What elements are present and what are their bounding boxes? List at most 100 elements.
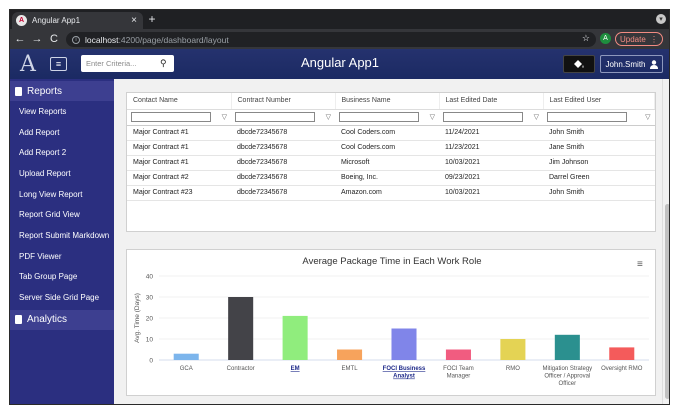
chart-card: Average Package Time in Each Work Role ≡…	[126, 249, 656, 396]
scrollbar-thumb[interactable]	[665, 204, 669, 399]
column-filter-input[interactable]	[547, 112, 627, 122]
table-cell: 11/24/2021	[439, 125, 543, 141]
app-header: A ≡ ⚲ Angular App1 John.Smith	[10, 49, 669, 79]
new-tab-button[interactable]: +	[146, 12, 158, 26]
tab-strip: A Angular App1 × + ▾	[10, 10, 669, 29]
table-row[interactable]: Major Contract #1 dbcde72345678 Microsoft 1…	[127, 155, 655, 171]
url-field[interactable]: i localhost :4200/page/dashboard/layout …	[66, 32, 596, 47]
sidebar-item-report-grid-view[interactable]: Report Grid View	[10, 204, 114, 225]
table-cell: 09/23/2021	[439, 170, 543, 186]
table-cell: dbcde72345678	[231, 155, 335, 171]
table-row[interactable]: Major Contract #1 dbcde72345678 Cool Coder…	[127, 140, 655, 156]
x-tick-label: Officer	[559, 381, 577, 387]
x-tick-label: FOCI Team	[443, 366, 474, 372]
x-tick-label: Contractor	[227, 366, 255, 372]
column-header[interactable]: Last Edited Date	[439, 93, 544, 110]
table-cell: 10/03/2021	[439, 155, 543, 171]
filter-icon[interactable]: ▽	[645, 113, 650, 121]
x-tick-label: RMO	[506, 366, 520, 372]
search-icon[interactable]: ⚲	[160, 58, 167, 69]
sidebar-item-tab-group-page[interactable]: Tab Group Page	[10, 267, 114, 288]
search-input[interactable]	[86, 59, 160, 68]
table-cell: Jane Smith	[543, 140, 655, 156]
bookmark-star-icon[interactable]: ☆	[582, 33, 590, 44]
grid-filter-row: ▽ ▽ ▽ ▽ ▽	[127, 109, 655, 126]
tab-close-icon[interactable]: ×	[129, 15, 139, 26]
y-tick-label: 40	[146, 274, 154, 281]
browser-tab[interactable]: A Angular App1 ×	[12, 12, 143, 29]
table-cell: Cool Coders.com	[335, 125, 439, 141]
column-filter-input[interactable]	[339, 112, 419, 122]
table-cell: Major Contract #1	[127, 155, 231, 171]
column-header[interactable]: Last Edited User	[543, 93, 655, 110]
tab-title: Angular App1	[32, 16, 81, 25]
bar	[391, 328, 417, 360]
sidebar-section-label: Reports	[27, 85, 63, 97]
sidebar-item-server-side-grid-page[interactable]: Server Side Grid Page	[10, 287, 114, 308]
x-tick-label[interactable]: EM	[291, 366, 300, 372]
app-logo[interactable]: A	[20, 52, 36, 77]
column-header[interactable]: Business Name	[335, 93, 440, 110]
forward-arrow-icon[interactable]: →	[30, 33, 44, 45]
sidebar-item-add-report[interactable]: Add Report	[10, 122, 114, 143]
update-button[interactable]: Update ⋮	[615, 32, 663, 46]
main-content: Contact Name Contract Number Business Na…	[114, 79, 662, 404]
column-filter-input[interactable]	[235, 112, 315, 122]
update-label: Update	[620, 34, 646, 44]
sidebar-section-analytics[interactable]: Analytics	[10, 309, 114, 330]
table-cell: Jim Johnson	[543, 155, 655, 171]
column-header[interactable]: Contact Name	[127, 93, 232, 110]
document-icon	[15, 86, 22, 96]
column-filter-input[interactable]	[131, 112, 211, 122]
window-menu-icon[interactable]: ▾	[656, 14, 666, 24]
back-arrow-icon[interactable]: ←	[13, 33, 27, 45]
url-path: :4200/page/dashboard/layout	[118, 34, 229, 45]
angular-favicon-icon: A	[16, 15, 27, 26]
filter-icon[interactable]: ▽	[430, 113, 435, 121]
sidebar-item-pdf-viewer[interactable]: PDF Viewer	[10, 246, 114, 267]
x-tick-label[interactable]: Analyst	[393, 374, 415, 380]
filter-icon[interactable]: ▽	[326, 113, 331, 121]
kebab-menu-icon: ⋮	[650, 34, 658, 44]
bar	[500, 339, 526, 360]
page-scrollbar[interactable]	[662, 79, 669, 404]
theme-toggle-button[interactable]	[563, 55, 595, 73]
sidebar-item-report-submit-markdown[interactable]: Report Submit Markdown	[10, 225, 114, 246]
table-cell: Darrel Green	[543, 170, 655, 186]
sidebar-item-add-report-2[interactable]: Add Report 2	[10, 142, 114, 163]
table-row[interactable]: Major Contract #23 dbcde72345678 Amazon.co…	[127, 185, 655, 201]
url-host: localhost	[85, 34, 119, 45]
sidebar-item-long-view-report[interactable]: Long View Report	[10, 184, 114, 205]
sidebar-section-label: Analytics	[27, 314, 68, 326]
reload-icon[interactable]: C	[47, 33, 61, 45]
table-row[interactable]: Major Contract #2 dbcde72345678 Boeing, In…	[127, 170, 655, 186]
column-header[interactable]: Contract Number	[231, 93, 336, 110]
y-tick-label: 10	[146, 337, 154, 344]
profile-avatar[interactable]: A	[600, 33, 611, 44]
table-cell: Cool Coders.com	[335, 140, 439, 156]
user-menu-button[interactable]: John.Smith	[600, 55, 663, 73]
bar	[445, 349, 471, 360]
y-axis-label: Avg. Time (Days)	[134, 293, 141, 343]
sidebar: Reports View Reports Add Report Add Repo…	[10, 79, 114, 404]
user-icon	[649, 59, 658, 69]
bar	[609, 347, 635, 360]
bar	[228, 297, 254, 360]
sidebar-item-view-reports[interactable]: View Reports	[10, 101, 114, 122]
x-tick-label[interactable]: FOCI Business	[383, 366, 426, 372]
table-cell: dbcde72345678	[231, 170, 335, 186]
filter-icon[interactable]: ▽	[534, 113, 539, 121]
filter-icon[interactable]: ▽	[222, 113, 227, 121]
browser-window: A Angular App1 × + ▾ ← → C i localhost :…	[9, 9, 670, 405]
sidebar-item-upload-report[interactable]: Upload Report	[10, 163, 114, 184]
table-cell: dbcde72345678	[231, 185, 335, 201]
table-cell: Boeing, Inc.	[335, 170, 439, 186]
column-filter-input[interactable]	[443, 112, 523, 122]
hamburger-menu-button[interactable]: ≡	[50, 57, 67, 71]
x-tick-label: EMTL	[342, 366, 359, 372]
table-row[interactable]: Major Contract #1 dbcde72345678 Cool Coder…	[127, 125, 655, 141]
sidebar-section-reports[interactable]: Reports	[10, 81, 114, 101]
paint-bucket-icon	[574, 60, 584, 68]
site-info-icon[interactable]: i	[72, 35, 80, 44]
bar	[282, 315, 308, 360]
